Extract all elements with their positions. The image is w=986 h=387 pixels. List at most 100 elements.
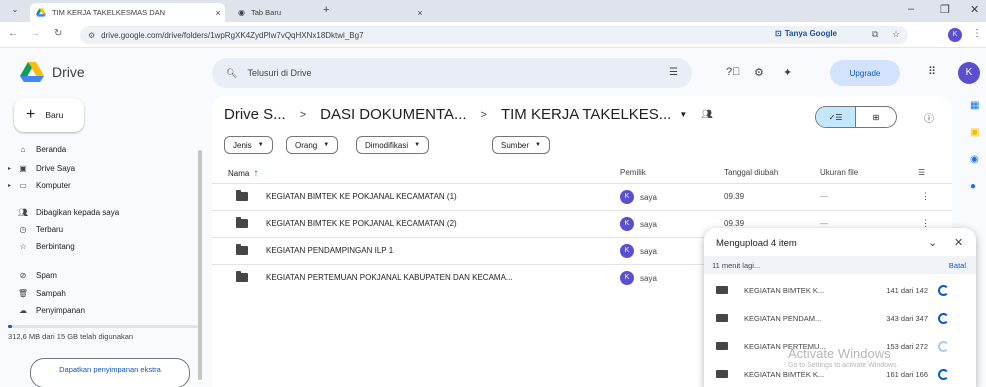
grid-view-button[interactable]: ⊞	[856, 107, 896, 127]
sidebar-item-label: Berbintang	[36, 241, 75, 251]
list-view-button[interactable]: ✓☰	[816, 107, 857, 127]
breadcrumb-item[interactable]: Drive S...	[224, 106, 286, 123]
keep-icon[interactable]: ▣	[970, 127, 982, 138]
browser-menu-icon[interactable]: ⋮	[972, 28, 982, 39]
more-actions-icon[interactable]: ⋮	[921, 191, 930, 202]
filter-label: Orang	[295, 140, 318, 150]
file-name: KEGIATAN BIMTEK KE POKJANAL KECAMATAN (1…	[266, 192, 457, 201]
filter-sumber[interactable]: Sumber ▼	[492, 136, 550, 154]
new-tab-icon[interactable]: +	[323, 4, 329, 16]
upload-time-left: 11 menit lagi...	[712, 260, 761, 270]
avatar: K	[620, 217, 634, 231]
shared-folder-icon[interactable]: 👥︎	[701, 109, 712, 120]
site-info-icon[interactable]: ⚙	[88, 31, 95, 40]
spam-icon: ⊘	[19, 270, 27, 280]
trash-icon: 🗑︎	[17, 288, 29, 298]
sidebar-item-drive-saya[interactable]: ▸ ▣ Drive Saya	[8, 160, 198, 176]
forward-icon[interactable]: →	[30, 28, 40, 39]
column-header-modified[interactable]: Tanggal diubah	[724, 168, 778, 177]
file-name: KEGIATAN PENDAMPINGAN ILP 1	[266, 246, 394, 255]
search-input[interactable]: 🔍︎ Telusuri di Drive ☰	[212, 58, 692, 88]
close-icon[interactable]: ✕	[954, 236, 963, 249]
collapse-icon[interactable]: ⌄	[928, 236, 937, 249]
side-panel: ▦ ▣ ◉ ●	[970, 100, 982, 192]
sidebar-item-label: Dibagikan kepada saya	[36, 207, 120, 217]
upload-item[interactable]: KEGIATAN PENDAM... 343 dari 347	[704, 304, 976, 332]
apps-grid-icon[interactable]: ⠿	[928, 65, 936, 78]
browser-profile-avatar[interactable]: K	[948, 28, 962, 42]
tab-new[interactable]: ◉ Tab Baru ×	[232, 3, 427, 22]
help-icon[interactable]: ?⃝	[726, 66, 740, 78]
folder-icon	[716, 342, 728, 350]
table-row[interactable]: KEGIATAN BIMTEK KE POKJANAL KECAMATAN (1…	[212, 183, 952, 209]
chevron-right-icon: >	[299, 108, 307, 121]
sort-options-icon[interactable]: ☰	[918, 168, 925, 177]
tasks-icon[interactable]: ◉	[970, 154, 982, 165]
install-icon[interactable]: ⧉	[872, 29, 878, 40]
info-icon[interactable]: ⓘ	[924, 110, 934, 125]
cloud-icon: ☁	[19, 305, 27, 315]
close-tab-icon[interactable]: ×	[413, 8, 427, 18]
storage-bar	[8, 325, 198, 328]
owner-name: saya	[640, 246, 657, 256]
sidebar-item-spam[interactable]: ⊘ Spam	[8, 267, 198, 283]
sort-up-icon[interactable]: ↑	[253, 168, 258, 179]
new-button[interactable]: + Baru	[14, 98, 84, 132]
breadcrumb-item[interactable]: DASI DOKUMENTA...	[320, 106, 466, 123]
filter-dimodifikasi[interactable]: Dimodifikasi ▼	[356, 136, 430, 154]
sidebar-item-komputer[interactable]: ▸ ▭ Komputer	[8, 177, 198, 193]
reload-icon[interactable]: ↻	[54, 28, 62, 39]
sidebar-item-terbaru[interactable]: ◷ Terbaru	[8, 221, 198, 237]
gemini-icon[interactable]: ✦	[783, 66, 792, 79]
get-storage-button[interactable]: Dapatkan penyimpanan ekstra	[30, 358, 190, 387]
sidebar-item-penyimpanan[interactable]: ☁ Penyimpanan	[8, 302, 198, 318]
back-icon[interactable]: ←	[8, 28, 18, 39]
sidebar-item-dibagikan[interactable]: 👥︎ Dibagikan kepada saya	[8, 204, 198, 220]
account-avatar[interactable]: K	[958, 62, 980, 84]
upload-item[interactable]: KEGIATAN BIMTEK K... 141 dari 142	[704, 276, 976, 304]
drive-logo-icon	[20, 62, 44, 82]
close-window-icon[interactable]: ✕	[970, 3, 979, 16]
sidebar-item-beranda[interactable]: ⌂ Beranda	[8, 141, 198, 157]
close-tab-icon[interactable]: ×	[211, 8, 225, 18]
sidebar-item-berbintang[interactable]: ☆ Berbintang	[8, 238, 198, 254]
file-size: —	[820, 192, 828, 201]
upload-status-bar: 11 menit lagi... Batal	[704, 256, 976, 274]
chevron-right-icon: >	[480, 108, 487, 121]
contacts-icon[interactable]: ●	[970, 181, 982, 192]
filter-jenis[interactable]: Jenis ▼	[224, 136, 273, 154]
sidebar-item-sampah[interactable]: 🗑︎ Sampah	[8, 285, 198, 301]
restore-icon[interactable]: ❐	[940, 3, 950, 16]
search-options-icon[interactable]: ☰	[669, 67, 678, 78]
upgrade-button[interactable]: Upgrade	[830, 60, 900, 86]
caret-down-icon[interactable]: ▼	[679, 110, 687, 119]
sidebar-scrollbar[interactable]	[198, 150, 202, 380]
breadcrumb-current[interactable]: TIM KERJA TAKELKES...	[501, 106, 671, 123]
filter-orang[interactable]: Orang ▼	[286, 136, 339, 154]
tab-drive[interactable]: TIM KERJA TAKELKESMAS DAN ×	[30, 3, 225, 22]
drive-favicon-icon	[36, 8, 46, 17]
drive-logo-text: Drive	[52, 64, 85, 80]
expand-arrow-icon[interactable]: ▸	[8, 165, 16, 172]
bookmark-star-icon[interactable]: ☆	[892, 29, 900, 40]
calendar-icon[interactable]: ▦	[970, 100, 982, 111]
chevron-down-icon[interactable]: ⌄	[8, 5, 22, 17]
file-name: KEGIATAN BIMTEK KE POKJANAL KECAMATAN (2…	[266, 219, 457, 228]
expand-arrow-icon[interactable]: ▸	[8, 182, 16, 189]
sidebar-item-label: Terbaru	[36, 224, 64, 234]
minimize-icon[interactable]: –	[908, 3, 914, 15]
search-icon[interactable]: 🔍︎	[226, 68, 237, 79]
sidebar-item-label: Spam	[36, 270, 57, 280]
folder-icon	[236, 217, 248, 228]
sidebar-item-label: Beranda	[36, 144, 67, 154]
column-header-size[interactable]: Ukuran file	[820, 168, 858, 177]
caret-down-icon: ▼	[414, 142, 421, 148]
column-header-owner[interactable]: Pemilik	[620, 168, 646, 177]
cancel-upload-button[interactable]: Batal	[949, 261, 966, 270]
drive-logo[interactable]: Drive	[20, 62, 85, 82]
tanya-google-button[interactable]: ⊡ Tanya Google	[775, 29, 837, 38]
column-header-name[interactable]: Nama ↑	[228, 168, 258, 179]
settings-gear-icon[interactable]: ⚙	[754, 66, 764, 79]
address-bar-row: ← → ↻ ⚙ drive.google.com/drive/folders/1…	[0, 22, 986, 48]
upload-item-name: KEGIATAN BIMTEK K...	[744, 285, 825, 295]
